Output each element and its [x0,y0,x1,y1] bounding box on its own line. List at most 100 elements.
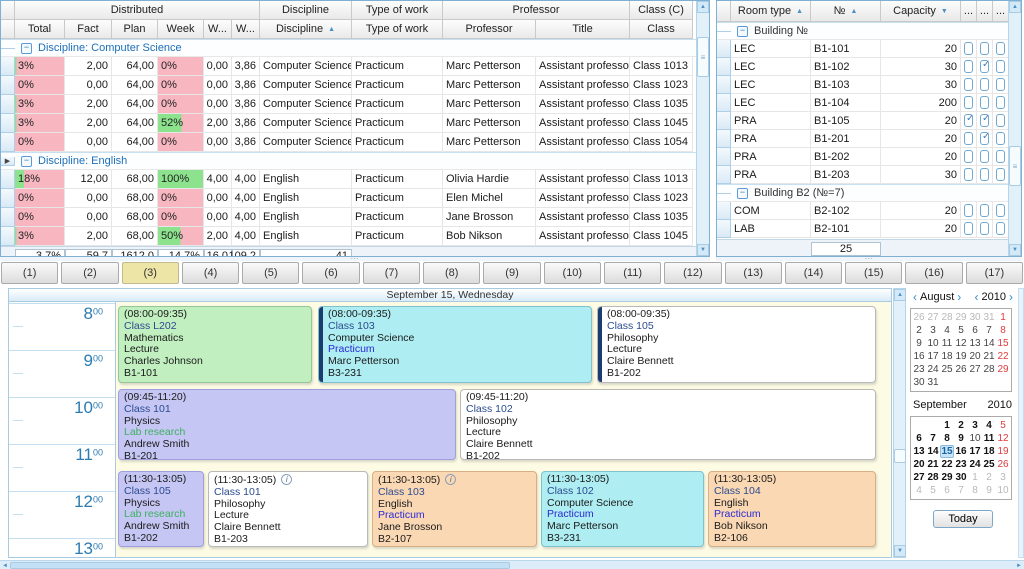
calendar-day[interactable]: 6 [940,484,954,497]
col-week[interactable]: Week [158,20,204,39]
workload-row[interactable]: 3% 2,00 64,00 0% 0,00 3,86 Computer Scie… [1,57,696,76]
scroll-up-icon[interactable]: ▲ [894,289,906,301]
calendar-day[interactable]: 10 [996,484,1010,497]
calendar-day[interactable]: 16 [912,350,926,363]
today-button[interactable]: Today [933,510,993,528]
calendar-day[interactable]: 10 [926,337,940,350]
calendar-day[interactable]: 8 [940,432,954,445]
col-class[interactable]: Class [630,20,693,39]
appointment[interactable]: (09:45-11:20) Class 102 Philosophy Lectu… [460,389,876,460]
calendar-day[interactable]: 7 [982,324,996,337]
room-row[interactable]: LEC B1-103 30 [717,76,1009,94]
calendar-day[interactable]: 13 [912,445,926,458]
row-indicator[interactable] [717,94,731,112]
scroll-thumb[interactable] [894,449,906,463]
calendar-day[interactable]: 4 [940,324,954,337]
room-row[interactable]: PRA B1-203 30 [717,166,1009,184]
col-flag-1[interactable]: ... [961,1,977,22]
calendar-day[interactable]: 25 [982,458,996,471]
appointment[interactable]: (08:00-09:35) Class L202 Mathematics Lec… [118,306,312,383]
calendar-day[interactable]: 30 [968,311,982,324]
appointment[interactable]: (08:00-09:35) Class 103 Computer Science… [318,306,592,383]
calendar-day[interactable]: 3 [996,471,1010,484]
checkbox[interactable] [996,42,1005,55]
collapse-icon[interactable]: − [21,155,32,167]
calendar-day[interactable]: 27 [912,471,926,484]
calendar-day[interactable]: 1 [940,419,954,432]
checkbox[interactable] [964,96,973,109]
left-grid-splitter[interactable]: ⋯ [0,255,710,263]
scroll-down-icon[interactable]: ▼ [894,545,906,557]
scroll-thumb[interactable]: ≡ [1009,146,1021,186]
calendar-scroll-strip[interactable] [1018,288,1024,558]
calendar-day[interactable]: 3 [926,324,940,337]
band-discipline[interactable]: Discipline [260,1,352,20]
appointment[interactable]: (11:30-13:05) Class 105 Physics Lab rese… [118,471,204,547]
appointment[interactable]: (11:30-13:05) Class 104 English Practicu… [708,471,876,547]
prev-year-icon[interactable]: ‹ [972,290,982,304]
week-tab[interactable]: (8) [423,262,481,284]
next-month-icon[interactable]: › [954,290,964,304]
week-tab[interactable]: (6) [302,262,360,284]
calendar-day[interactable]: 16 [954,445,968,458]
calendar-day[interactable]: 5 [954,324,968,337]
col-fact[interactable]: Fact [65,20,112,39]
calendar-day[interactable]: 12 [996,432,1010,445]
checkbox[interactable] [980,96,989,109]
checkbox[interactable] [996,204,1005,217]
row-indicator[interactable] [1,208,15,227]
calendar-day[interactable]: 11 [982,432,996,445]
room-row[interactable]: LEC B1-104 200 [717,94,1009,112]
calendar-day[interactable]: 17 [968,445,982,458]
row-indicator[interactable] [1,114,15,133]
checkbox[interactable] [980,168,989,181]
calendar-day[interactable] [996,376,1010,389]
workload-row[interactable]: 18% 12,00 68,00 100% 4,00 4,00 English P… [1,170,696,189]
calendar-day[interactable]: 6 [912,432,926,445]
room-row[interactable]: LAB B2-101 20 [717,220,1009,238]
calendar-day[interactable]: 3 [968,419,982,432]
row-indicator[interactable] [1,133,15,152]
calendar-day[interactable]: 26 [996,458,1010,471]
calendar-day[interactable] [912,419,926,432]
calendar-day[interactable]: 15 [996,337,1010,350]
rooms-grid-scrollbar[interactable]: ▲ ≡ ▼ [1008,1,1021,256]
calendar-day[interactable]: 5 [926,484,940,497]
calendar-day[interactable]: 23 [912,363,926,376]
calendar-day[interactable]: 25 [940,363,954,376]
week-tab[interactable]: (10) [543,262,601,284]
calendar-day[interactable]: 10 [968,432,982,445]
row-indicator[interactable] [1,227,15,246]
group-row-computer-science[interactable]: − Discipline: Computer Science [1,39,696,57]
calendar-day[interactable]: 17 [926,350,940,363]
checkbox[interactable] [996,114,1005,127]
scroll-up-icon[interactable]: ▲ [697,1,709,13]
checkbox[interactable] [964,78,973,91]
checkbox[interactable] [980,42,989,55]
calendar-day[interactable]: 11 [940,337,954,350]
calendar-day[interactable]: 30 [912,376,926,389]
calendar-day[interactable]: 4 [912,484,926,497]
calendar-day[interactable]: 29 [996,363,1010,376]
group-row-building-1[interactable]: − Building № [717,22,1008,40]
checkbox[interactable] [996,168,1005,181]
calendar-day[interactable]: 6 [968,324,982,337]
checkbox[interactable] [980,59,990,73]
calendar-day[interactable] [940,376,954,389]
calendar-day[interactable]: 22 [940,458,954,471]
calendar-day[interactable] [926,419,940,432]
col-room-type[interactable]: Room type ▲ [731,1,811,22]
scroll-right-icon[interactable]: ► [1014,561,1024,569]
group-row-building-2[interactable]: − Building B2 (№=7) [717,184,1008,202]
calendar-day[interactable]: 19 [954,350,968,363]
checkbox[interactable] [980,113,990,127]
week-tab[interactable]: (17) [965,262,1024,284]
col-w1[interactable]: W... [204,20,232,39]
band-professor[interactable]: Professor [443,1,630,20]
calendar-day[interactable]: 2 [954,419,968,432]
scroll-up-icon[interactable]: ▲ [1009,1,1021,13]
collapse-icon[interactable]: − [21,42,32,54]
calendar-day[interactable]: 14 [982,337,996,350]
calendar-day[interactable]: 1 [996,311,1010,324]
col-professor[interactable]: Professor [443,20,536,39]
